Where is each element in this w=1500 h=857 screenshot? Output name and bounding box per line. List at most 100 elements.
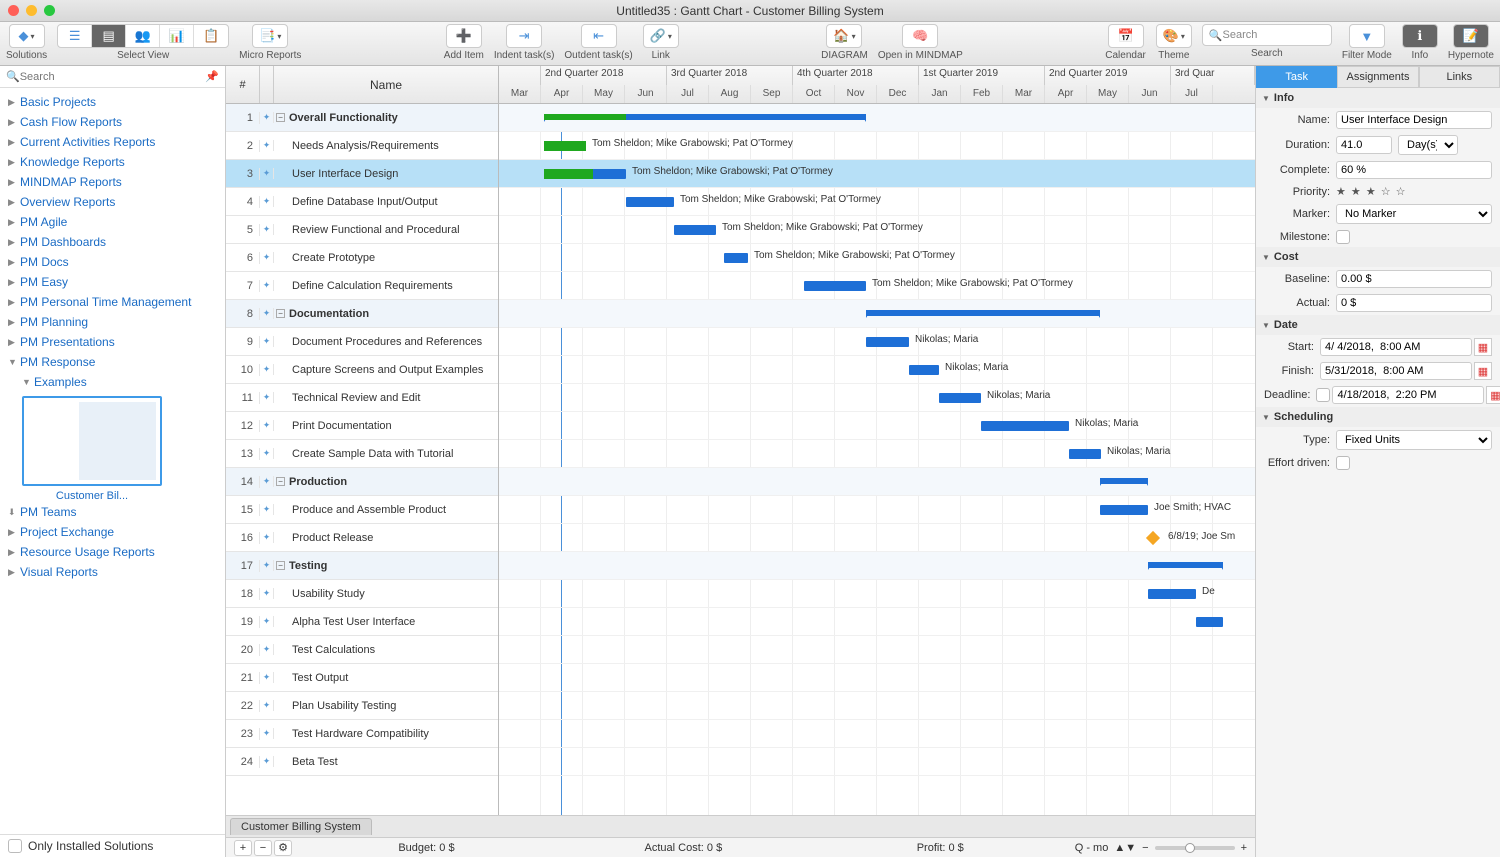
zoom-out[interactable]: − <box>1142 842 1148 854</box>
task-row[interactable]: 11✦Technical Review and Edit <box>226 384 498 412</box>
template-thumbnail[interactable] <box>22 396 162 486</box>
gantt-row[interactable]: Nikolas; Maria <box>499 328 1255 356</box>
only-installed-checkbox[interactable] <box>8 839 22 853</box>
hypernote-button[interactable]: 📝 <box>1454 25 1488 47</box>
gantt-bar[interactable]: Joe Smith; HVAC <box>1100 505 1148 515</box>
sidebar-item[interactable]: ▶MINDMAP Reports <box>0 172 225 192</box>
gantt-bar[interactable]: Nikolas; Maria <box>866 337 909 347</box>
gantt-row[interactable]: Tom Sheldon; Mike Grabowski; Pat O'Torme… <box>499 132 1255 160</box>
gantt-bar[interactable]: Tom Sheldon; Mike Grabowski; Pat O'Torme… <box>544 141 586 151</box>
gantt-row[interactable] <box>499 552 1255 580</box>
task-row[interactable]: 12✦Print Documentation <box>226 412 498 440</box>
view-tree-button[interactable]: ☰ <box>58 25 92 47</box>
pin-icon[interactable]: 📌 <box>205 70 219 83</box>
gantt-bar[interactable]: De <box>1148 589 1196 599</box>
gantt-row[interactable]: Nikolas; Maria <box>499 440 1255 468</box>
insp-complete-input[interactable] <box>1336 161 1492 179</box>
calendar-icon[interactable]: ▦ <box>1486 386 1500 404</box>
task-row[interactable]: 22✦Plan Usability Testing <box>226 692 498 720</box>
sidebar-item[interactable]: ▶Project Exchange <box>0 522 225 542</box>
gantt-bar[interactable]: Tom Sheldon; Mike Grabowski; Pat O'Torme… <box>724 253 748 263</box>
sidebar-item[interactable]: ▶Overview Reports <box>0 192 225 212</box>
gantt-row[interactable]: Nikolas; Maria <box>499 412 1255 440</box>
insp-finish-input[interactable] <box>1320 362 1472 380</box>
insp-marker-select[interactable]: No Marker <box>1336 204 1492 224</box>
task-row[interactable]: 8✦−Documentation <box>226 300 498 328</box>
calendar-button[interactable]: 📅 <box>1109 25 1143 47</box>
task-row[interactable]: 13✦Create Sample Data with Tutorial <box>226 440 498 468</box>
task-row[interactable]: 16✦Product Release <box>226 524 498 552</box>
view-gantt-button[interactable]: ▤ <box>92 25 126 47</box>
doc-tab[interactable]: Customer Billing System <box>230 818 372 835</box>
gantt-bar[interactable]: Nikolas; Maria <box>909 365 939 375</box>
task-row[interactable]: 3✦User Interface Design <box>226 160 498 188</box>
gantt-row[interactable] <box>499 748 1255 776</box>
zoom-slider[interactable] <box>1155 846 1235 850</box>
task-row[interactable]: 10✦Capture Screens and Output Examples <box>226 356 498 384</box>
task-row[interactable]: 21✦Test Output <box>226 664 498 692</box>
gantt-row[interactable] <box>499 692 1255 720</box>
view-resources-button[interactable]: 👥 <box>126 25 160 47</box>
sidebar-item[interactable]: ▶Basic Projects <box>0 92 225 112</box>
micro-reports-button[interactable]: 📑▾ <box>253 25 287 47</box>
gantt-row[interactable]: Tom Sheldon; Mike Grabowski; Pat O'Torme… <box>499 188 1255 216</box>
sidebar-item[interactable]: ▶PM Agile <box>0 212 225 232</box>
col-name[interactable]: Name <box>274 66 498 103</box>
zoom-step-up[interactable]: ▲▼ <box>1114 842 1136 854</box>
insp-start-input[interactable] <box>1320 338 1472 356</box>
sidebar-item[interactable]: ▶PM Easy <box>0 272 225 292</box>
sidebar-item[interactable]: ▶Knowledge Reports <box>0 152 225 172</box>
gantt-row[interactable]: Nikolas; Maria <box>499 384 1255 412</box>
task-row[interactable]: 4✦Define Database Input/Output <box>226 188 498 216</box>
sidebar-item[interactable]: ▶PM Presentations <box>0 332 225 352</box>
gantt-bar[interactable] <box>1100 478 1148 484</box>
task-row[interactable]: 2✦Needs Analysis/Requirements <box>226 132 498 160</box>
sidebar-item[interactable]: ▶PM Docs <box>0 252 225 272</box>
gantt-row[interactable]: Nikolas; Maria <box>499 356 1255 384</box>
gantt-bar[interactable]: Nikolas; Maria <box>939 393 981 403</box>
insp-baseline-input[interactable] <box>1336 270 1492 288</box>
sidebar-item[interactable]: ▼Examples <box>0 372 225 392</box>
insp-actual-input[interactable] <box>1336 294 1492 312</box>
gantt-row[interactable] <box>499 104 1255 132</box>
insp-tab-links[interactable]: Links <box>1419 66 1500 88</box>
indent-button[interactable]: ⇥ <box>507 25 541 47</box>
gantt-bar[interactable] <box>1196 617 1223 627</box>
insp-duration-input[interactable] <box>1336 136 1392 154</box>
sidebar-item[interactable]: ▶PM Planning <box>0 312 225 332</box>
insp-priority-stars[interactable]: ★ ★ ★ ☆ ☆ <box>1336 185 1407 198</box>
link-button[interactable]: 🔗▾ <box>644 25 678 47</box>
mindmap-button[interactable]: 🧠 <box>903 25 937 47</box>
task-row[interactable]: 23✦Test Hardware Compatibility <box>226 720 498 748</box>
view-report-button[interactable]: 📊 <box>160 25 194 47</box>
view-calendar-button[interactable]: 📋 <box>194 25 228 47</box>
gantt-bar[interactable]: Nikolas; Maria <box>1069 449 1101 459</box>
gantt-row[interactable] <box>499 608 1255 636</box>
task-row[interactable]: 14✦−Production <box>226 468 498 496</box>
solutions-button[interactable]: ◆▾ <box>10 25 44 47</box>
info-button[interactable]: ℹ <box>1403 25 1437 47</box>
sidebar-item[interactable]: ▶Cash Flow Reports <box>0 112 225 132</box>
theme-button[interactable]: 🎨▾ <box>1157 25 1191 47</box>
gantt-row[interactable]: Joe Smith; HVAC <box>499 496 1255 524</box>
toolbar-search-input[interactable]: 🔍 Search <box>1202 24 1332 46</box>
gantt-bar[interactable]: Tom Sheldon; Mike Grabowski; Pat O'Torme… <box>674 225 716 235</box>
task-row[interactable]: 15✦Produce and Assemble Product <box>226 496 498 524</box>
insp-effort-check[interactable] <box>1336 456 1350 470</box>
task-row[interactable]: 6✦Create Prototype <box>226 244 498 272</box>
add-row-button[interactable]: + <box>234 840 252 856</box>
insp-name-input[interactable] <box>1336 111 1492 129</box>
diagram-button[interactable]: 🏠▾ <box>827 25 861 47</box>
deadline-check[interactable] <box>1316 388 1330 402</box>
calendar-icon[interactable]: ▦ <box>1474 338 1492 356</box>
gantt-row[interactable] <box>499 664 1255 692</box>
insp-deadline-input[interactable] <box>1332 386 1484 404</box>
calendar-icon[interactable]: ▦ <box>1474 362 1492 380</box>
gantt-bar[interactable] <box>1148 562 1223 568</box>
task-row[interactable]: 20✦Test Calculations <box>226 636 498 664</box>
gantt-row[interactable] <box>499 468 1255 496</box>
gantt-row[interactable]: Tom Sheldon; Mike Grabowski; Pat O'Torme… <box>499 272 1255 300</box>
add-item-button[interactable]: ➕ <box>447 25 481 47</box>
insp-type-select[interactable]: Fixed Units <box>1336 430 1492 450</box>
filter-button[interactable]: ▼ <box>1350 25 1384 47</box>
